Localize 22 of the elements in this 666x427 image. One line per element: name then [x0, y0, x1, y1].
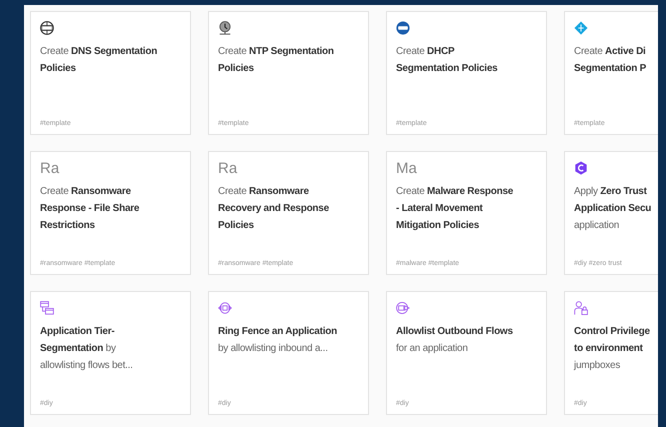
card-monogram: Ma	[396, 160, 417, 176]
card-title: Create NTP Segmentation Policies	[218, 45, 335, 76]
card-title: Ring Fence an Application by allowlisting inbound a...	[218, 325, 338, 356]
globe-icon	[40, 21, 54, 35]
card-title: Apply Zero Trust Application Secu application	[574, 185, 652, 233]
card-title: Create Ransomware Recovery and Response Policies	[218, 185, 330, 233]
clock-icon	[218, 21, 232, 35]
card-title: Control Privilege to environment jumpboxes	[574, 325, 651, 373]
ring-arrows-icon	[218, 301, 232, 315]
card-title: Create DHCP Segmentation Policies	[396, 45, 498, 76]
person-lock-icon	[574, 301, 588, 315]
diamond-icon	[574, 21, 588, 35]
hexagon-icon	[574, 161, 588, 175]
card-title: Create Malware Response - Lateral Movement Mitigation Policies	[396, 185, 514, 233]
windows-icon	[40, 301, 54, 315]
card-title: Create Ransomware Response - File Share Restrictions	[40, 185, 140, 233]
card-monogram: Ra	[218, 160, 238, 176]
card-title: Create Active Di Segmentation P	[574, 45, 648, 76]
card-monogram: Ra	[40, 160, 60, 176]
card-title: Application Tier- Segmentation by allowlisting flows bet...	[40, 325, 134, 373]
card-title: Allowlist Outbound Flows for an application	[396, 325, 514, 356]
card-title: Create DNS Segmentation Policies	[40, 45, 158, 76]
